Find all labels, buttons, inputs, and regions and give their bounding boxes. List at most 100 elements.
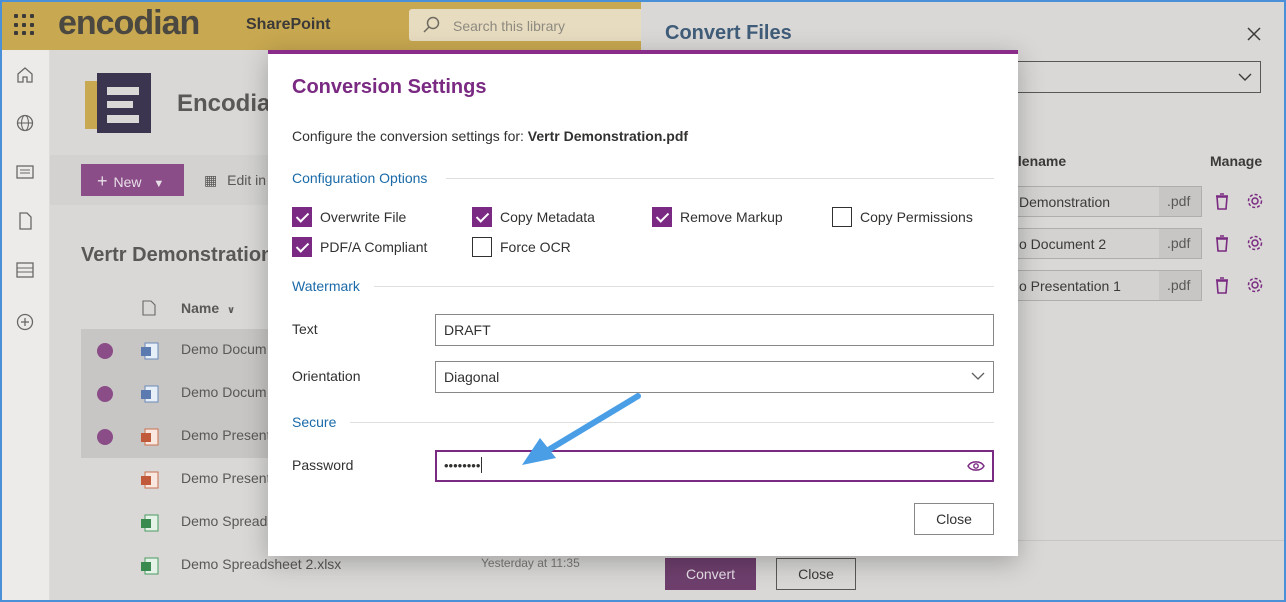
file-name[interactable]: Demo Present xyxy=(181,427,270,443)
word-file-icon xyxy=(141,342,159,360)
add-circle-icon[interactable] xyxy=(15,312,35,332)
format-select[interactable] xyxy=(1010,61,1261,93)
chevron-down-icon: ▼ xyxy=(153,178,165,190)
app-name[interactable]: SharePoint xyxy=(246,16,330,34)
word-file-icon xyxy=(141,385,159,403)
chevron-down-icon xyxy=(1238,73,1252,81)
gear-icon[interactable] xyxy=(1246,234,1264,252)
news-icon[interactable] xyxy=(15,162,35,182)
name-column-header[interactable]: Name ∨ xyxy=(181,300,235,316)
checkbox-box[interactable] xyxy=(472,207,492,227)
chevron-down-icon xyxy=(971,372,985,380)
gear-icon[interactable] xyxy=(1246,276,1264,294)
watermark-text-value: DRAFT xyxy=(444,322,491,338)
file-name[interactable]: Demo Docum xyxy=(181,384,267,400)
section-secure: Secure xyxy=(292,414,337,430)
pdfa-compliant-checkbox[interactable]: PDF/A Compliant xyxy=(292,237,432,257)
file-name[interactable]: Demo Docum xyxy=(181,341,267,357)
document-icon[interactable] xyxy=(15,211,35,231)
search-icon xyxy=(423,16,440,33)
orientation-label: Orientation xyxy=(292,368,361,384)
excel-file-icon xyxy=(141,514,159,532)
watermark-text-input[interactable]: DRAFT xyxy=(435,314,994,346)
excel-file-icon xyxy=(141,557,159,575)
plus-icon: + xyxy=(97,171,108,191)
filename-input[interactable]: o Document 2 .pdf xyxy=(1010,228,1202,259)
conversion-settings-dialog: Conversion Settings Configure the conver… xyxy=(268,50,1018,556)
trash-icon[interactable] xyxy=(1213,234,1231,252)
file-extension: .pdf xyxy=(1159,187,1201,216)
globe-icon[interactable] xyxy=(15,113,35,133)
copy-permissions-checkbox[interactable]: Copy Permissions xyxy=(832,207,982,227)
panel-title: Convert Files xyxy=(665,22,792,44)
file-name[interactable]: Demo Present xyxy=(181,470,270,486)
filename-input[interactable]: o Presentation 1 .pdf xyxy=(1010,270,1202,301)
panel-close-button[interactable]: Close xyxy=(776,558,856,590)
orientation-value: Diagonal xyxy=(444,369,500,385)
left-rail xyxy=(0,50,50,602)
site-logo-icon xyxy=(85,73,151,133)
app-launcher-icon[interactable] xyxy=(14,14,36,36)
watermark-text-label: Text xyxy=(292,321,318,337)
password-input[interactable]: •••••••• xyxy=(435,450,994,482)
file-modified: Yesterday at 11:35 xyxy=(481,556,580,570)
gear-icon[interactable] xyxy=(1246,192,1264,210)
filename-value: o Presentation 1 xyxy=(1019,278,1121,294)
file-name[interactable]: Demo Spreads xyxy=(181,513,274,529)
dialog-close-button[interactable]: Close xyxy=(914,503,994,535)
checkbox-box[interactable] xyxy=(652,207,672,227)
file-extension: .pdf xyxy=(1159,271,1201,300)
overwrite-file-checkbox[interactable]: Overwrite File xyxy=(292,207,432,227)
brand-logo[interactable]: encodian xyxy=(58,4,200,43)
divider xyxy=(374,286,994,287)
powerpoint-file-icon xyxy=(141,471,159,489)
powerpoint-file-icon xyxy=(141,428,159,446)
manage-column-header: Manage xyxy=(1210,153,1263,169)
search-input[interactable]: Search this library xyxy=(409,9,649,41)
section-watermark: Watermark xyxy=(292,278,360,294)
password-value: •••••••• xyxy=(444,458,481,473)
library-title: Vertr Demonstration xyxy=(81,244,274,266)
edit-grid-label: Edit in xyxy=(227,172,267,188)
filename-value: o Document 2 xyxy=(1019,236,1107,252)
checkbox-label: Remove Markup xyxy=(680,209,783,225)
grid-icon: ▦ xyxy=(204,172,218,188)
home-icon[interactable] xyxy=(15,65,35,85)
text-caret xyxy=(481,457,483,473)
check-circle-icon[interactable] xyxy=(97,386,113,402)
checkbox-label: Copy Metadata xyxy=(500,209,595,225)
edit-grid-button[interactable]: ▦ Edit in xyxy=(204,172,266,189)
search-placeholder: Search this library xyxy=(453,18,566,34)
checkbox-label: PDF/A Compliant xyxy=(320,239,428,255)
file-extension: .pdf xyxy=(1159,229,1201,258)
checkbox-label: Force OCR xyxy=(500,239,571,255)
divider xyxy=(446,178,994,179)
check-circle-icon[interactable] xyxy=(97,429,113,445)
check-circle-icon[interactable] xyxy=(97,343,113,359)
filename-value: Demonstration xyxy=(1019,194,1111,210)
file-name[interactable]: Demo Spreadsheet 2.xlsx xyxy=(181,556,341,572)
list-icon[interactable] xyxy=(15,260,35,280)
checkbox-box[interactable] xyxy=(472,237,492,257)
new-button[interactable]: + New ▼ xyxy=(81,164,184,196)
trash-icon[interactable] xyxy=(1213,276,1231,294)
force-ocr-checkbox[interactable]: Force OCR xyxy=(472,237,612,257)
remove-markup-checkbox[interactable]: Remove Markup xyxy=(652,207,792,227)
chevron-down-icon: ∨ xyxy=(227,305,236,316)
checkbox-box[interactable] xyxy=(832,207,852,227)
eye-icon[interactable] xyxy=(967,459,985,473)
new-button-label: New xyxy=(113,174,142,190)
password-label: Password xyxy=(292,457,354,473)
filename-input[interactable]: Demonstration .pdf xyxy=(1010,186,1202,217)
divider xyxy=(350,422,994,423)
trash-icon[interactable] xyxy=(1213,192,1231,210)
convert-button[interactable]: Convert xyxy=(665,558,756,590)
intro-text: Configure the conversion settings for: xyxy=(292,128,524,144)
close-icon[interactable] xyxy=(1246,26,1262,42)
filename-column-header: ilename xyxy=(1014,153,1067,169)
checkbox-box[interactable] xyxy=(292,207,312,227)
checkbox-box[interactable] xyxy=(292,237,312,257)
section-config-options: Configuration Options xyxy=(292,170,428,186)
orientation-select[interactable]: Diagonal xyxy=(435,361,994,393)
copy-metadata-checkbox[interactable]: Copy Metadata xyxy=(472,207,612,227)
